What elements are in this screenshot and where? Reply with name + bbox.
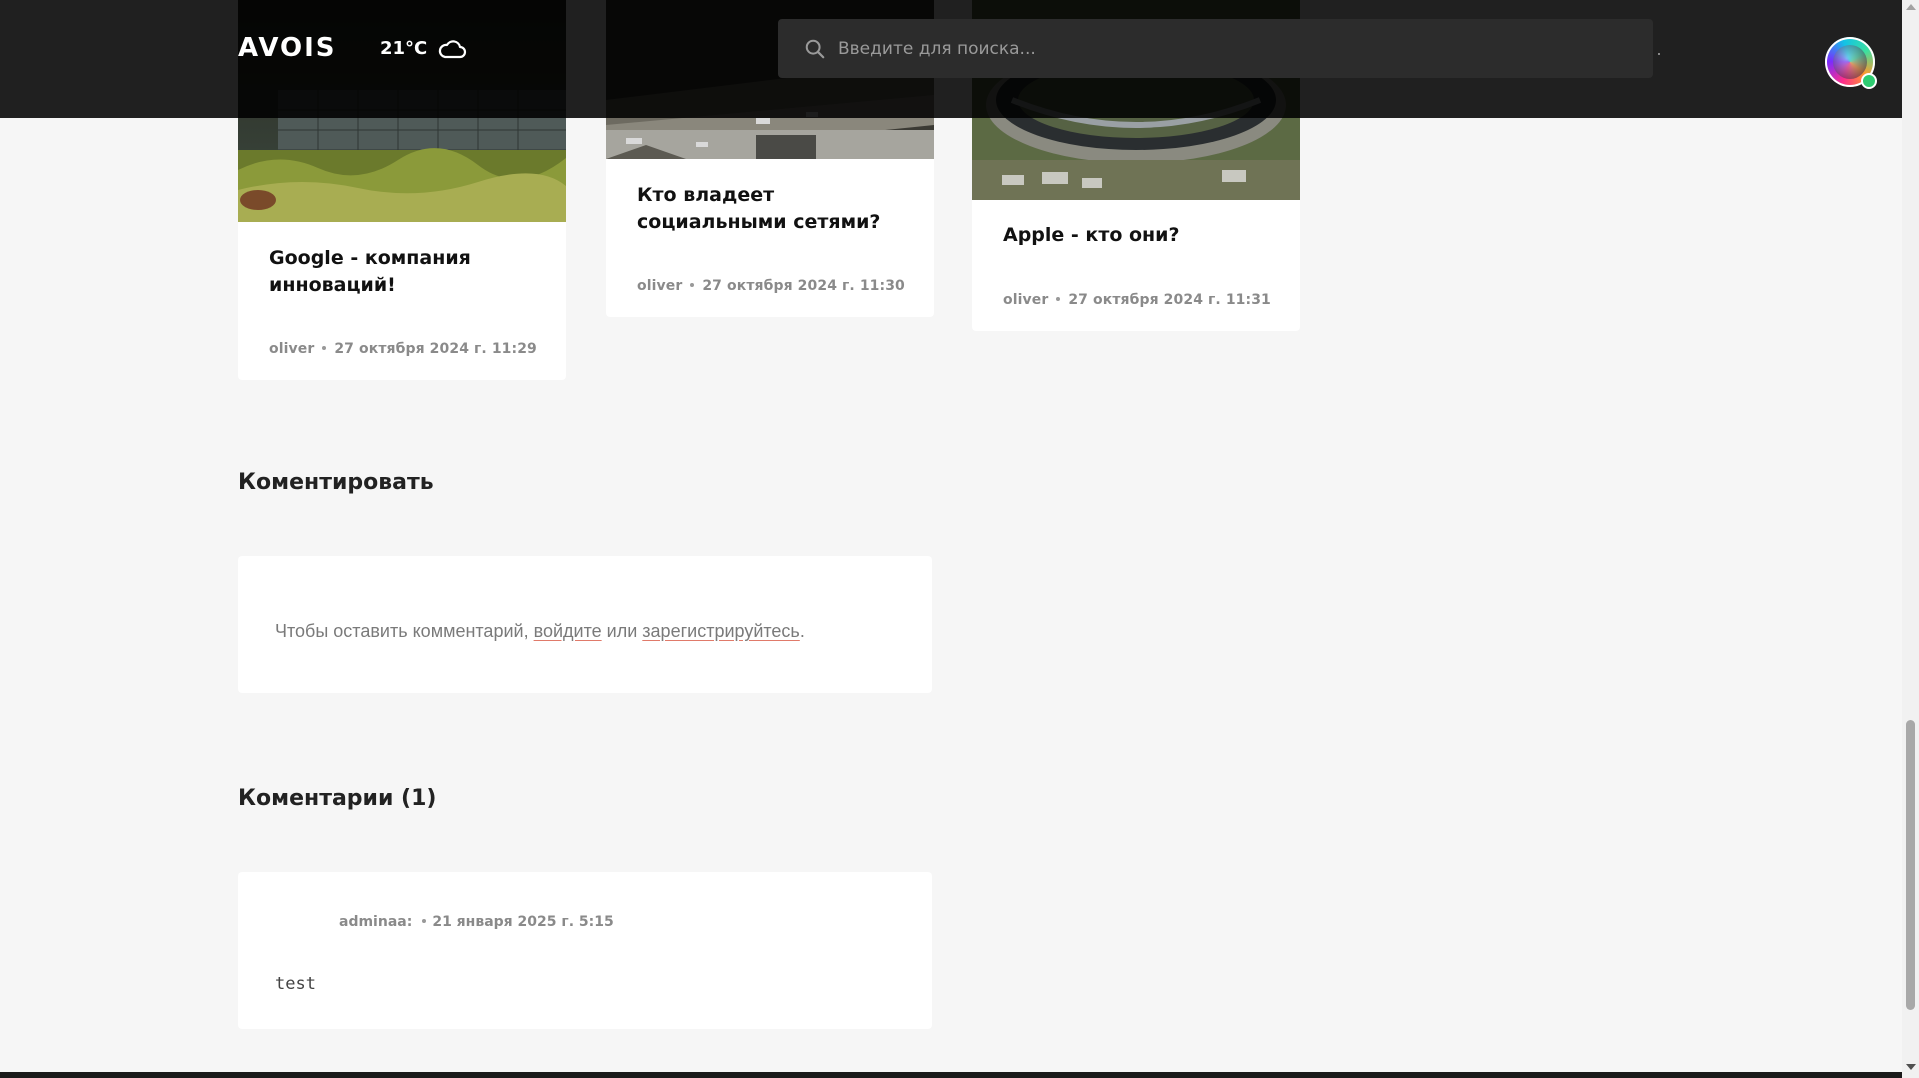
login-prompt-text: Чтобы оставить комментарий, войдите или … — [275, 621, 805, 642]
separator-dot — [322, 345, 327, 350]
scroll-down-icon[interactable] — [1906, 1064, 1916, 1070]
login-link[interactable]: войдите — [534, 621, 602, 641]
cloud-icon — [439, 39, 467, 58]
search-bar[interactable] — [778, 19, 1653, 78]
separator-dot — [1056, 296, 1061, 301]
comment-login-prompt: Чтобы оставить комментарий, войдите или … — [238, 556, 932, 693]
comments-heading: Коментарии (1) — [238, 786, 437, 811]
register-link[interactable]: зарегистрируйтесь — [642, 621, 800, 641]
search-icon[interactable] — [804, 38, 826, 60]
article-author[interactable]: oliver — [1003, 292, 1048, 308]
decorative-dot — [1658, 53, 1660, 55]
comment-date: 21 января 2025 г. 5:15 — [432, 914, 614, 930]
article-meta: oliver 27 октября 2024 г. 11:30 — [637, 278, 905, 294]
article-title[interactable]: Google - компания инноваций! — [269, 245, 542, 299]
weather-widget: 21°C — [380, 38, 467, 59]
comment-form-heading: Коментировать — [238, 470, 434, 495]
separator-dot — [690, 282, 695, 287]
scroll-up-icon[interactable] — [1906, 4, 1916, 10]
article-meta: oliver 27 октября 2024 г. 11:31 — [1003, 292, 1271, 308]
separator-dot — [422, 918, 427, 923]
comment-item: adminaa: 21 января 2025 г. 5:15 test — [238, 872, 932, 1029]
article-title[interactable]: Apple - кто они? — [1003, 222, 1276, 249]
article-title[interactable]: Кто владеет социальными сетями? — [637, 182, 910, 236]
weather-temperature: 21°C — [380, 38, 428, 59]
search-input[interactable] — [836, 37, 1600, 60]
article-date: 27 октября 2024 г. 11:31 — [1068, 292, 1271, 308]
article-author[interactable]: oliver — [269, 341, 314, 357]
comment-text: test — [275, 974, 316, 994]
page-scrollbar[interactable] — [1902, 0, 1919, 1078]
comment-meta: adminaa: 21 января 2025 г. 5:15 — [339, 914, 614, 930]
login-prompt-or: или — [606, 621, 638, 641]
article-date: 27 октября 2024 г. 11:30 — [702, 278, 905, 294]
article-meta: oliver 27 октября 2024 г. 11:29 — [269, 341, 537, 357]
scrollbar-thumb[interactable] — [1906, 720, 1915, 1010]
article-author[interactable]: oliver — [637, 278, 682, 294]
site-logo[interactable]: AVOIS — [238, 33, 337, 63]
login-prompt-prefix: Чтобы оставить комментарий, — [275, 621, 529, 641]
footer-edge — [0, 1072, 1902, 1078]
comment-author[interactable]: adminaa: — [339, 914, 412, 930]
online-status-indicator — [1861, 73, 1877, 89]
login-prompt-end: . — [799, 621, 805, 641]
article-date: 27 октября 2024 г. 11:29 — [334, 341, 537, 357]
top-navbar: AVOIS 21°C — [0, 0, 1902, 118]
